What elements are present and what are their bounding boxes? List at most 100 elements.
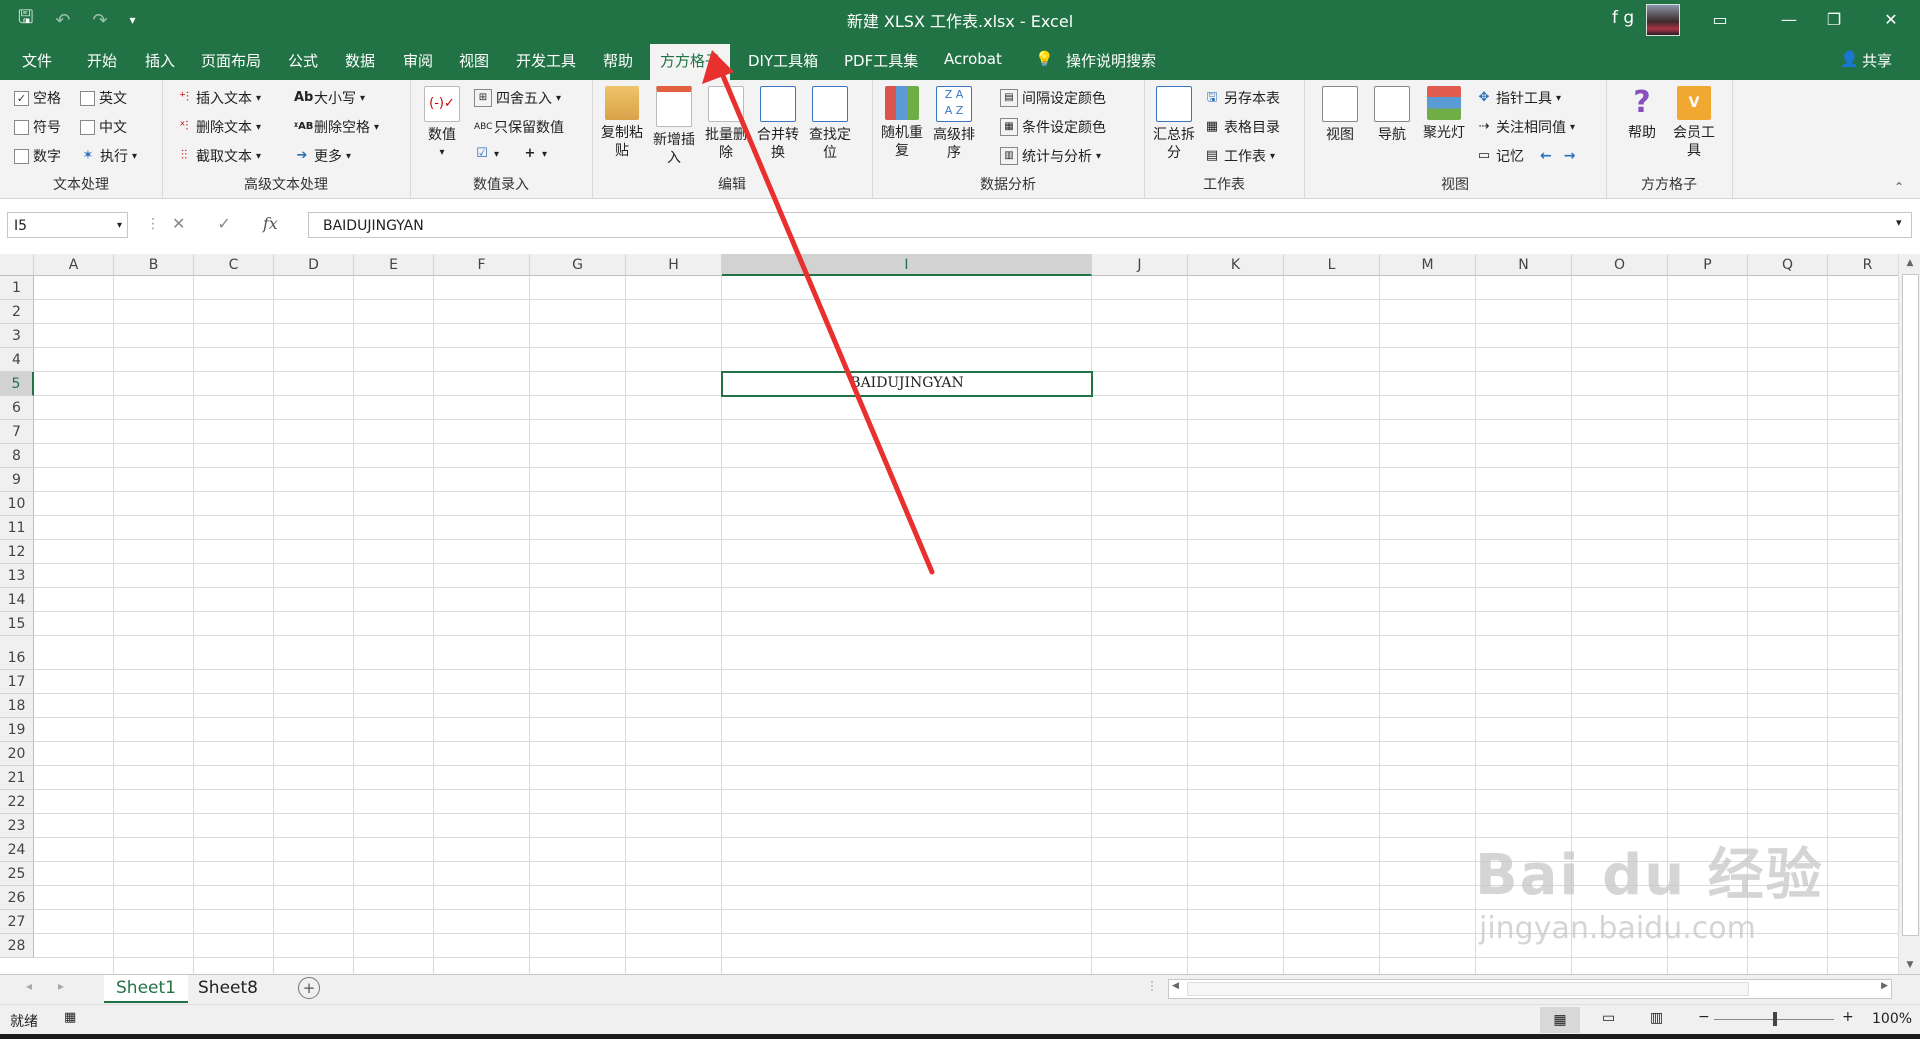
batch-delete-button[interactable]: 批量删除 <box>700 86 752 162</box>
advanced-sort-button[interactable]: Z AA Z 高级排序 <box>928 86 980 162</box>
zoom-slider-thumb[interactable] <box>1773 1012 1777 1026</box>
tab-ffgz[interactable]: 方方格子 <box>650 44 731 80</box>
add-sheet-icon[interactable]: + <box>298 977 320 999</box>
check-chinese[interactable]: 中文 <box>80 117 127 137</box>
number-button[interactable]: (-)✓ 数值 ▾ <box>416 86 468 162</box>
add-insert-button[interactable]: 新增插入 <box>648 86 700 167</box>
pointer-tool-button[interactable]: ✥ 指针工具 ▾ <box>1476 88 1561 108</box>
help-button[interactable]: ? 帮助 <box>1616 86 1668 142</box>
scroll-right-icon[interactable]: ▶ <box>1881 981 1888 991</box>
macro-record-icon[interactable]: ▦ <box>64 1010 76 1025</box>
tab-view[interactable]: 视图 <box>459 50 489 71</box>
edit-check-button[interactable]: ☑ ▾ <box>474 146 499 162</box>
normal-view-icon[interactable]: ▦ <box>1540 1007 1580 1033</box>
tab-file[interactable]: 文件 <box>22 50 52 71</box>
vertical-scrollbar[interactable]: ▲ ▼ <box>1898 254 1920 974</box>
tab-review[interactable]: 审阅 <box>403 50 433 71</box>
row-header-23[interactable]: 23 <box>0 814 34 838</box>
row-header-24[interactable]: 24 <box>0 838 34 862</box>
name-box[interactable]: I5 ▾ <box>7 212 128 238</box>
page-break-view-icon[interactable]: ▥ <box>1650 1010 1663 1026</box>
close-button[interactable]: ✕ <box>1868 0 1914 40</box>
select-all-corner[interactable] <box>0 254 34 276</box>
row-header-9[interactable]: 9 <box>0 468 34 492</box>
row-header-13[interactable]: 13 <box>0 564 34 588</box>
row-header-12[interactable]: 12 <box>0 540 34 564</box>
row-header-10[interactable]: 10 <box>0 492 34 516</box>
find-locate-button[interactable]: 查找定位 <box>804 86 856 162</box>
zoom-level[interactable]: 100% <box>1872 1011 1912 1027</box>
row-header-19[interactable]: 19 <box>0 718 34 742</box>
memory-button[interactable]: ▭ 记忆 ← → <box>1476 146 1576 166</box>
column-header-i[interactable]: I <box>722 254 1092 276</box>
row-header-1[interactable]: 1 <box>0 276 34 300</box>
collapse-ribbon-icon[interactable]: ⌃ <box>1894 180 1904 194</box>
splitter-icon[interactable]: ⋮ <box>1146 979 1158 993</box>
tab-diy[interactable]: DIY工具箱 <box>748 50 818 71</box>
check-symbol[interactable]: 符号 <box>14 117 61 137</box>
share-button[interactable]: 共享 <box>1862 50 1892 71</box>
column-header-a[interactable]: A <box>34 254 114 276</box>
row-header-4[interactable]: 4 <box>0 348 34 372</box>
zoom-out-icon[interactable]: − <box>1698 1009 1710 1025</box>
row-header-26[interactable]: 26 <box>0 886 34 910</box>
column-header-e[interactable]: E <box>354 254 434 276</box>
summarize-split-button[interactable]: 汇总拆分 <box>1148 86 1200 162</box>
check-space[interactable]: ✓ 空格 <box>14 88 61 108</box>
tab-data[interactable]: 数据 <box>345 50 375 71</box>
row-header-21[interactable]: 21 <box>0 766 34 790</box>
tab-help[interactable]: 帮助 <box>603 50 633 71</box>
column-header-m[interactable]: M <box>1380 254 1476 276</box>
row-header-16[interactable]: 16 <box>0 636 34 670</box>
row-header-20[interactable]: 20 <box>0 742 34 766</box>
scroll-thumb[interactable] <box>1902 274 1919 936</box>
merge-convert-button[interactable]: 合并转换 <box>752 86 804 162</box>
sheet-tab-sheet1[interactable]: Sheet1 <box>104 975 188 1003</box>
row-header-25[interactable]: 25 <box>0 862 34 886</box>
column-header-q[interactable]: Q <box>1748 254 1828 276</box>
column-header-k[interactable]: K <box>1188 254 1284 276</box>
insert-function-icon[interactable]: fx <box>263 214 278 233</box>
worksheet-button[interactable]: ▤ 工作表 ▾ <box>1204 146 1275 166</box>
formula-input[interactable]: BAIDUJINGYAN <box>308 212 1912 238</box>
random-repeat-button[interactable]: 随机重复 <box>876 86 928 160</box>
row-header-8[interactable]: 8 <box>0 444 34 468</box>
extract-text-button[interactable]: ⫶⫶ 截取文本 ▾ <box>176 146 261 166</box>
row-header-22[interactable]: 22 <box>0 790 34 814</box>
row-header-7[interactable]: 7 <box>0 420 34 444</box>
avatar[interactable] <box>1646 4 1680 36</box>
insert-text-button[interactable]: ⁺⫶ 插入文本 ▾ <box>176 88 261 108</box>
more-button[interactable]: ➔ 更多 ▾ <box>294 146 351 166</box>
remove-space-button[interactable]: ᵡAB 删除空格 ▾ <box>294 117 379 137</box>
user-name[interactable]: f g <box>1612 8 1634 28</box>
row-header-3[interactable]: 3 <box>0 324 34 348</box>
cancel-icon[interactable]: ✕ <box>172 214 185 233</box>
add-button[interactable]: + ▾ <box>522 146 547 162</box>
save-sheet-button[interactable]: 🖫 另存本表 <box>1204 88 1280 108</box>
hscroll-thumb[interactable] <box>1187 982 1749 996</box>
check-number[interactable]: 数字 <box>14 146 61 166</box>
column-header-r[interactable]: R <box>1828 254 1908 276</box>
active-cell[interactable]: BAIDUJINGYAN <box>721 371 1093 397</box>
row-header-27[interactable]: 27 <box>0 910 34 934</box>
expand-formula-icon[interactable]: ▾ <box>1896 216 1902 229</box>
tab-developer[interactable]: 开发工具 <box>516 50 576 71</box>
tab-insert[interactable]: 插入 <box>145 50 175 71</box>
sheet-tab-sheet8[interactable]: Sheet8 <box>186 975 270 1001</box>
view-button[interactable]: 视图 <box>1314 86 1366 144</box>
tab-page-layout[interactable]: 页面布局 <box>201 50 261 71</box>
prev-sheet-icon[interactable]: ◂ <box>26 979 32 993</box>
table-catalog-button[interactable]: ▦ 表格目录 <box>1204 117 1280 137</box>
column-header-p[interactable]: P <box>1668 254 1748 276</box>
copy-paste-button[interactable]: 复制粘贴 <box>596 86 648 160</box>
page-layout-view-icon[interactable]: ▭ <box>1602 1010 1615 1026</box>
check-english[interactable]: 英文 <box>80 88 127 108</box>
row-header-28[interactable]: 28 <box>0 934 34 958</box>
column-header-f[interactable]: F <box>434 254 530 276</box>
row-header-5[interactable]: 5 <box>0 372 34 396</box>
column-header-l[interactable]: L <box>1284 254 1380 276</box>
restore-button[interactable]: ❐ <box>1811 0 1857 40</box>
row-header-11[interactable]: 11 <box>0 516 34 540</box>
navigation-button[interactable]: 导航 <box>1366 86 1418 144</box>
row-header-15[interactable]: 15 <box>0 612 34 636</box>
